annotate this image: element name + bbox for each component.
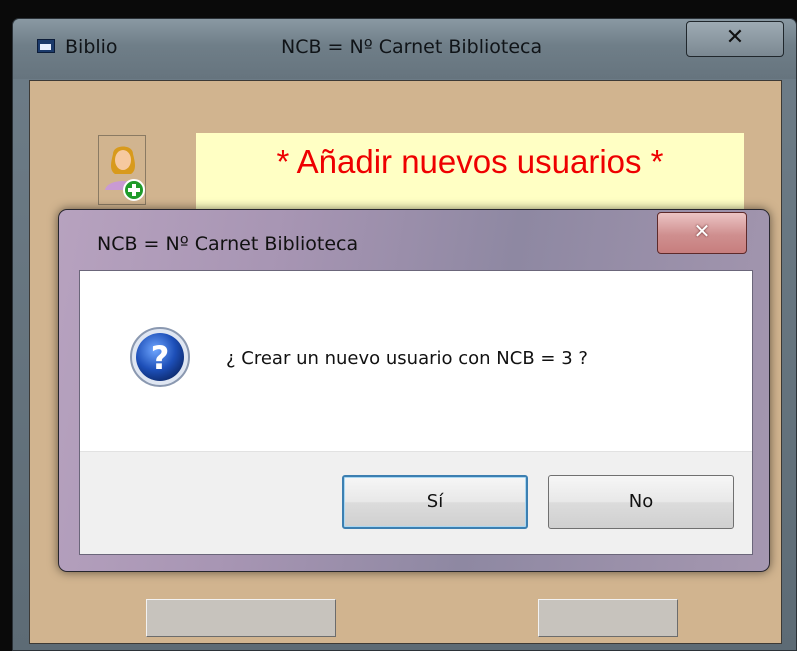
app-window-icon [37, 39, 55, 53]
main-window-title: Biblio [65, 36, 118, 58]
main-titlebar: Biblio NCB = Nº Carnet Biblioteca ✕ [13, 19, 796, 79]
dialog-title: NCB = Nº Carnet Biblioteca [97, 233, 359, 255]
confirm-dialog: NCB = Nº Carnet Biblioteca ✕ ? ¿ Crear u… [58, 209, 770, 572]
svg-text:?: ? [151, 339, 170, 377]
background-cancel-button [538, 599, 678, 637]
background-new-user-button [146, 599, 336, 637]
dialog-footer: Sí No [80, 451, 752, 554]
yes-button[interactable]: Sí [342, 475, 528, 529]
page-heading: * Añadir nuevos usuarios * [276, 143, 664, 180]
dialog-content: ? ¿ Crear un nuevo usuario con NCB = 3 ?… [79, 270, 753, 555]
dialog-message: ¿ Crear un nuevo usuario con NCB = 3 ? [226, 348, 588, 369]
main-close-button[interactable]: ✕ [686, 21, 784, 57]
no-button[interactable]: No [548, 475, 734, 529]
main-window-subtitle: NCB = Nº Carnet Biblioteca [281, 36, 543, 58]
heading-banner: * Añadir nuevos usuarios * [196, 133, 744, 209]
user-add-icon [105, 146, 145, 201]
question-icon: ? [130, 327, 190, 387]
user-add-button[interactable] [98, 135, 146, 205]
dialog-close-button[interactable]: ✕ [657, 212, 747, 254]
